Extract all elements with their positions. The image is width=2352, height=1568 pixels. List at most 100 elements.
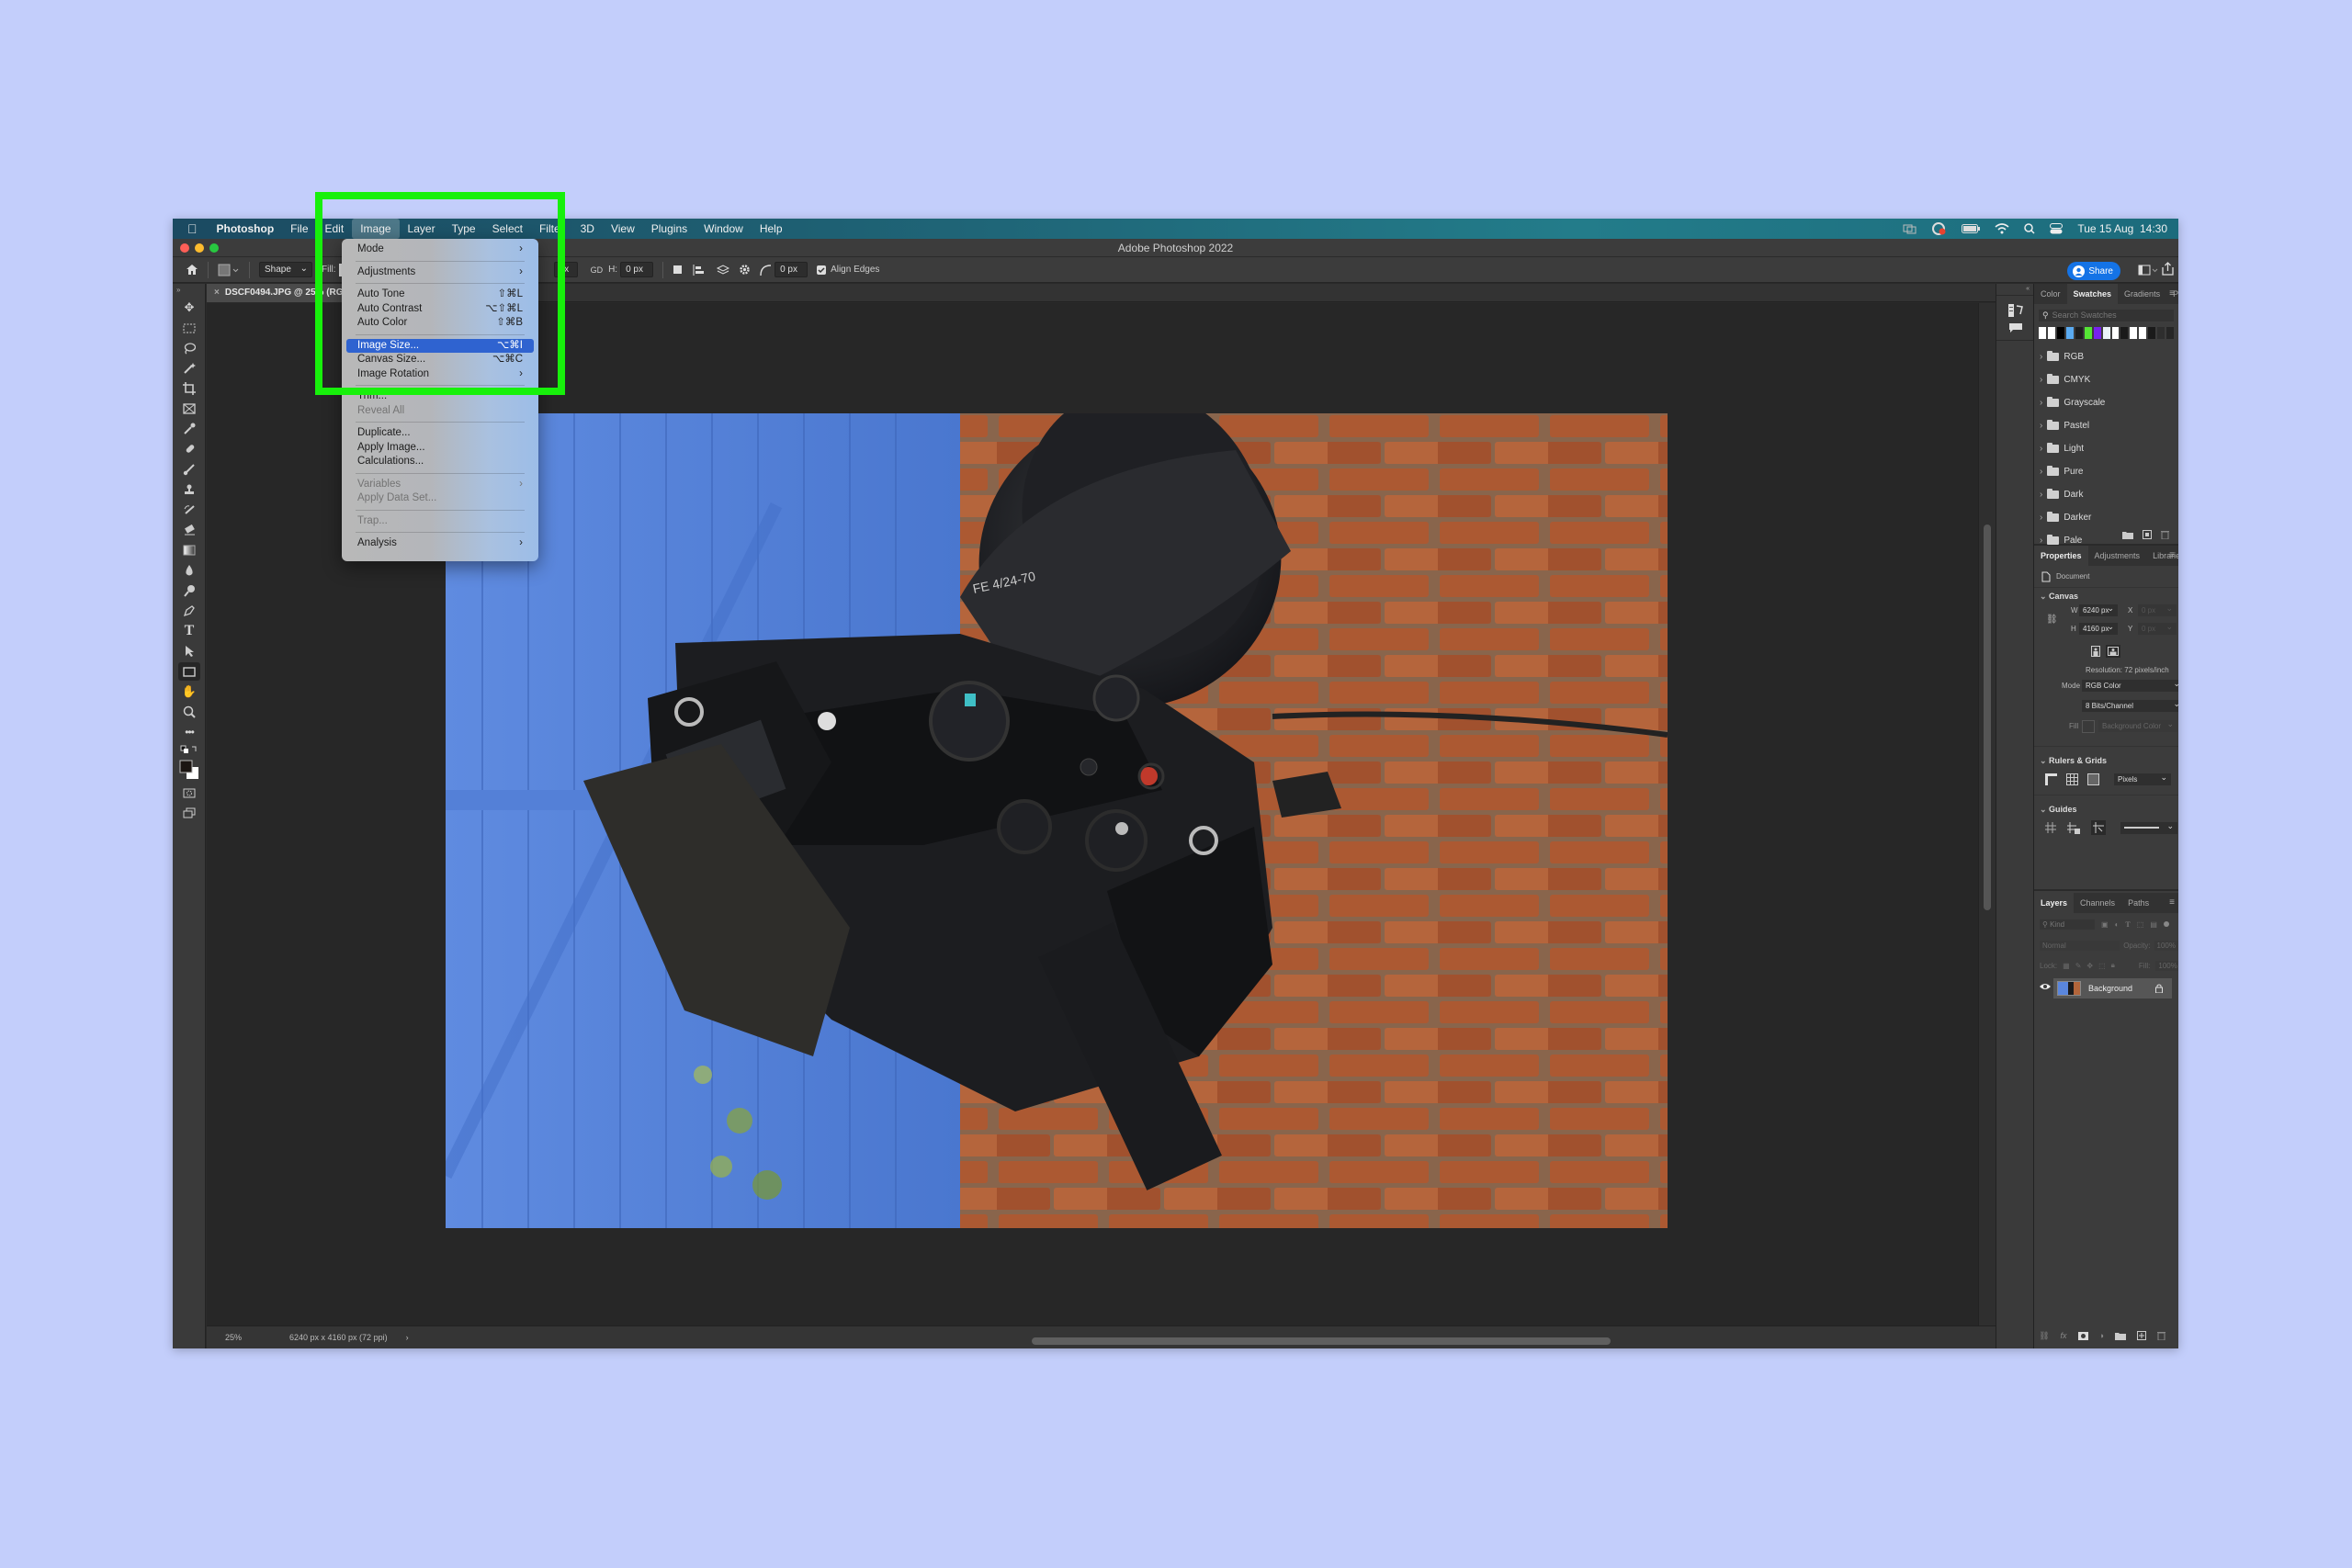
tab-layers[interactable]: Layers <box>2034 893 2075 913</box>
battery-icon[interactable] <box>1962 224 1981 233</box>
layer-visibility-eye-icon[interactable] <box>2040 983 2051 990</box>
guides-section-header[interactable]: ⌄ Guides <box>2034 801 2178 818</box>
canvas-width-input[interactable]: 6240 px <box>2079 603 2118 616</box>
tab-paths[interactable]: Paths <box>2121 893 2155 913</box>
swatch[interactable] <box>2102 327 2110 339</box>
close-document-icon[interactable]: × <box>214 288 220 298</box>
link-dimensions-icon[interactable]: GD <box>591 265 604 275</box>
swatch-group-grayscale[interactable]: › Grayscale <box>2034 391 2178 414</box>
swatch[interactable] <box>2065 327 2074 339</box>
lock-transparent-icon[interactable]: ▦ <box>2063 962 2070 970</box>
menu-help[interactable]: Help <box>752 219 791 239</box>
panel-menu-icon[interactable]: ≡ <box>2169 893 2175 913</box>
lasso-tool-icon[interactable] <box>178 339 200 357</box>
share-button[interactable]: Share <box>2067 262 2120 280</box>
screen-mode-icon[interactable] <box>178 804 200 822</box>
zoom-level[interactable]: 25% <box>225 1333 271 1342</box>
hand-tool-icon[interactable]: ✋ <box>178 682 200 701</box>
canvas-height-input[interactable]: 4160 px <box>2079 621 2118 635</box>
menu-item-apply-image[interactable]: Apply Image... <box>346 441 534 456</box>
path-selection-tool-icon[interactable] <box>178 642 200 660</box>
lock-guides-icon[interactable] <box>2067 821 2080 834</box>
lock-artboard-icon[interactable]: ⬚ <box>2098 962 2106 970</box>
swatch[interactable] <box>2157 327 2165 339</box>
lock-image-icon[interactable]: ✎ <box>2075 962 2082 970</box>
filter-smart-object-icon[interactable]: ▤ <box>2150 920 2157 929</box>
adjustment-layer-icon[interactable]: ◑ <box>2099 1331 2104 1340</box>
swatch[interactable] <box>2166 327 2175 339</box>
eyedropper-tool-icon[interactable] <box>178 420 200 438</box>
collapse-dock-icon[interactable]: « <box>1996 284 2033 293</box>
pixel-grid-icon[interactable] <box>2087 773 2099 785</box>
path-arrangement-icon[interactable] <box>715 264 730 276</box>
landscape-orientation-icon[interactable] <box>2106 645 2120 658</box>
swatch[interactable] <box>2093 327 2101 339</box>
dodge-tool-icon[interactable] <box>178 581 200 600</box>
vertical-scrollbar[interactable] <box>1978 303 1996 1325</box>
panel-menu-icon[interactable]: ≡ <box>2169 284 2175 304</box>
filter-type-icon[interactable]: T <box>2125 920 2130 929</box>
crop-tool-icon[interactable] <box>178 379 200 398</box>
foreground-background-color-icon[interactable] <box>178 758 200 782</box>
swatch-group-rgb[interactable]: › RGB <box>2034 345 2178 368</box>
panel-menu-icon[interactable]: ≡ <box>2169 546 2175 566</box>
swatch-group-pastel[interactable]: › Pastel <box>2034 414 2178 437</box>
status-menu-chevron-icon[interactable]: › <box>406 1333 409 1342</box>
menubar-clock[interactable]: Tue 15 Aug 14:30 <box>2077 222 2167 235</box>
swatch[interactable] <box>2075 327 2083 339</box>
new-layer-icon[interactable] <box>2137 1331 2146 1340</box>
export-share-icon[interactable] <box>2162 262 2174 276</box>
color-mode-select[interactable]: RGB Color <box>2082 678 2178 692</box>
spot-healing-brush-tool-icon[interactable] <box>178 440 200 458</box>
history-brush-tool-icon[interactable] <box>178 501 200 519</box>
brush-tool-icon[interactable] <box>178 460 200 479</box>
settings-gear-icon[interactable] <box>739 264 751 276</box>
new-swatch-icon[interactable] <box>2143 530 2152 539</box>
zoom-window-button[interactable] <box>209 243 219 253</box>
swatch[interactable] <box>2148 327 2156 339</box>
horizontal-scroll-thumb[interactable] <box>1032 1337 1611 1345</box>
menu-window[interactable]: Window <box>695 219 752 239</box>
comments-panel-icon[interactable] <box>1996 318 2033 333</box>
smart-guides-icon[interactable] <box>2091 820 2106 835</box>
height-input[interactable]: 0 px <box>620 262 654 277</box>
tab-color[interactable]: Color <box>2034 284 2067 304</box>
swatch-group-dark[interactable]: › Dark <box>2034 483 2178 506</box>
menu-photoshop[interactable]: Photoshop <box>209 219 283 239</box>
swatch[interactable] <box>2120 327 2129 339</box>
tab-adjustments[interactable]: Adjustments <box>2088 546 2147 566</box>
tab-swatches[interactable]: Swatches <box>2066 284 2119 304</box>
search-swatches-input[interactable]: ⚲ Search Swatches <box>2039 310 2174 321</box>
minimize-window-button[interactable] <box>195 243 204 253</box>
menu-3d[interactable]: 3D <box>572 219 603 239</box>
layer-style-fx-icon[interactable]: fx <box>2061 1331 2067 1340</box>
menu-item-analysis[interactable]: Analysis › <box>346 536 534 551</box>
delete-swatch-icon[interactable] <box>2161 530 2169 539</box>
layer-lock-icon[interactable] <box>2155 984 2163 993</box>
swatch[interactable] <box>2139 327 2147 339</box>
rulers-grids-section-header[interactable]: ⌄ Rulers & Grids <box>2034 752 2178 769</box>
filter-toggle-icon[interactable] <box>2163 921 2169 927</box>
screen-mirroring-icon[interactable] <box>1903 224 1917 234</box>
type-tool-icon[interactable]: T <box>178 622 200 640</box>
apple-menu-icon[interactable]:  <box>173 221 209 236</box>
photo-camera-image[interactable]: FE 4/24-70 <box>446 413 1668 1228</box>
quick-mask-icon[interactable] <box>178 784 200 802</box>
path-alignment-icon[interactable] <box>693 264 706 276</box>
swatch[interactable] <box>2047 327 2055 339</box>
default-swap-colors-icon[interactable] <box>178 743 200 756</box>
pen-tool-icon[interactable] <box>178 602 200 620</box>
filter-pixel-icon[interactable]: ▣ <box>2101 920 2109 929</box>
menu-file[interactable]: File <box>282 219 316 239</box>
tool-mode-select[interactable]: Shape ⌄ <box>259 262 312 277</box>
swatch-group-pure[interactable]: › Pure <box>2034 460 2178 483</box>
magic-wand-tool-icon[interactable] <box>178 359 200 378</box>
align-edges-checkbox[interactable] <box>817 265 827 275</box>
swatch[interactable] <box>2111 327 2120 339</box>
menu-view[interactable]: View <box>603 219 643 239</box>
frame-tool-icon[interactable] <box>178 400 200 418</box>
tool-preset-picker[interactable] <box>218 264 240 276</box>
swatch-group-light[interactable]: › Light <box>2034 437 2178 460</box>
blur-tool-icon[interactable] <box>178 561 200 580</box>
rectangle-tool-icon[interactable] <box>178 662 200 681</box>
